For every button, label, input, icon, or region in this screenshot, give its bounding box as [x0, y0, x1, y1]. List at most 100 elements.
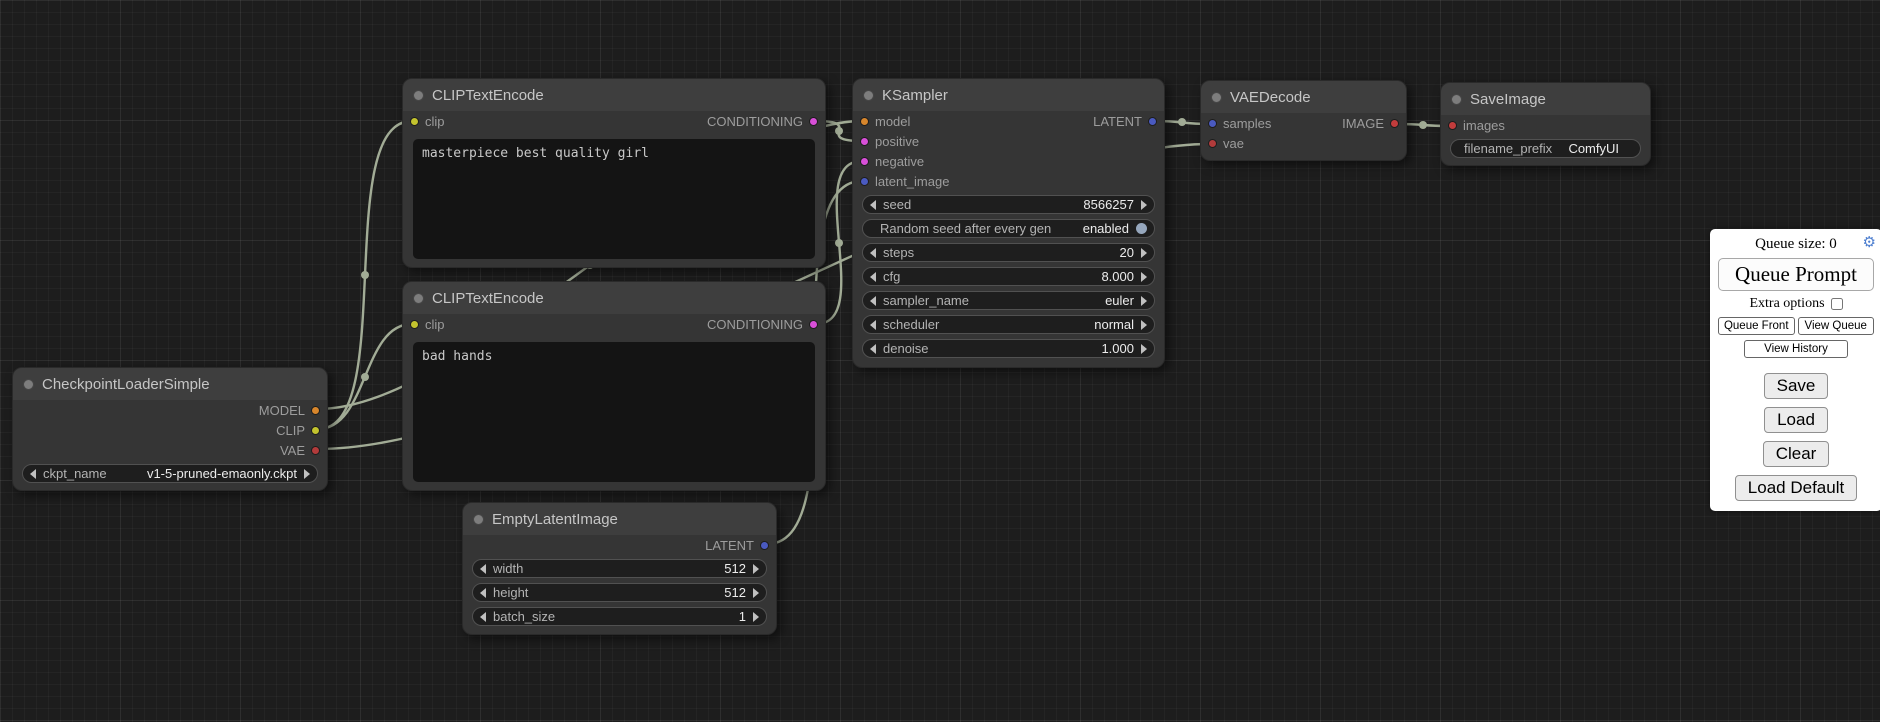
input-dot-clip[interactable] — [410, 117, 419, 126]
increment-arrow-icon[interactable] — [1141, 320, 1147, 330]
decrement-arrow-icon[interactable] — [870, 296, 876, 306]
output-dot-image[interactable] — [1390, 119, 1399, 128]
slot-label: CLIP — [276, 423, 305, 438]
input-dot-positive[interactable] — [860, 137, 869, 146]
node-title-bar[interactable]: KSampler — [853, 79, 1164, 111]
decrement-arrow-icon[interactable] — [30, 469, 36, 479]
output-dot-latent[interactable] — [760, 541, 769, 550]
decrement-arrow-icon[interactable] — [870, 200, 876, 210]
node-title-bar[interactable]: CheckpointLoaderSimple — [13, 368, 327, 400]
widget-batch-size[interactable]: batch_size 1 — [472, 607, 767, 626]
increment-arrow-icon[interactable] — [753, 564, 759, 574]
widget-value: 8566257 — [1083, 197, 1134, 212]
input-dot-negative[interactable] — [860, 157, 869, 166]
collapse-dot-icon[interactable] — [473, 514, 484, 525]
save-button[interactable]: Save — [1764, 373, 1829, 399]
input-dot-model[interactable] — [860, 117, 869, 126]
input-dot-clip[interactable] — [410, 320, 419, 329]
decrement-arrow-icon[interactable] — [870, 272, 876, 282]
widget-ckpt-name[interactable]: ckpt_name v1-5-pruned-emaonly.ckpt — [22, 464, 318, 483]
collapse-dot-icon[interactable] — [1451, 94, 1462, 105]
collapse-dot-icon[interactable] — [413, 293, 424, 304]
widget-cfg[interactable]: cfg 8.000 — [862, 267, 1155, 286]
slot-row: clip CONDITIONING — [403, 111, 825, 131]
widget-height[interactable]: height 512 — [472, 583, 767, 602]
queue-prompt-button[interactable]: Queue Prompt — [1718, 258, 1874, 291]
widget-seed[interactable]: seed 8566257 — [862, 195, 1155, 214]
widget-sampler-name[interactable]: sampler_name euler — [862, 291, 1155, 310]
node-checkpoint-loader-simple[interactable]: CheckpointLoaderSimple MODEL CLIP VAE ck… — [12, 367, 328, 491]
node-vae-decode[interactable]: VAEDecode samples IMAGE vae — [1200, 80, 1407, 161]
slot-label: negative — [875, 154, 924, 169]
link-midpoint-dot — [1419, 121, 1427, 129]
node-title-bar[interactable]: EmptyLatentImage — [463, 503, 776, 535]
input-slot-negative: negative — [853, 151, 1164, 171]
output-slot-latent: LATENT — [1093, 114, 1157, 129]
output-dot-vae[interactable] — [311, 446, 320, 455]
input-dot-images[interactable] — [1448, 121, 1457, 130]
increment-arrow-icon[interactable] — [1141, 248, 1147, 258]
load-default-button[interactable]: Load Default — [1735, 475, 1857, 501]
node-title-bar[interactable]: VAEDecode — [1201, 81, 1406, 113]
decrement-arrow-icon[interactable] — [480, 564, 486, 574]
node-title-bar[interactable]: SaveImage — [1441, 83, 1650, 115]
toggle-on-indicator[interactable] — [1136, 223, 1147, 234]
output-dot-latent[interactable] — [1148, 117, 1157, 126]
node-ksampler[interactable]: KSampler model LATENT positive negative … — [852, 78, 1165, 368]
positive-prompt-textarea[interactable]: masterpiece best quality girl — [413, 139, 815, 259]
node-title-bar[interactable]: CLIPTextEncode — [403, 282, 825, 314]
decrement-arrow-icon[interactable] — [480, 612, 486, 622]
widget-label: height — [493, 585, 528, 600]
input-slot-latent-image: latent_image — [853, 171, 1164, 191]
increment-arrow-icon[interactable] — [753, 588, 759, 598]
widget-width[interactable]: width 512 — [472, 559, 767, 578]
collapse-dot-icon[interactable] — [863, 90, 874, 101]
slot-label: LATENT — [1093, 114, 1142, 129]
view-queue-button[interactable]: View Queue — [1798, 317, 1875, 335]
node-clip-text-encode-positive[interactable]: CLIPTextEncode clip CONDITIONING masterp… — [402, 78, 826, 268]
widget-label: denoise — [883, 341, 929, 356]
graph-canvas[interactable]: { "colors": { "canvas_bg": "#1d1d1d", "n… — [0, 0, 1880, 722]
increment-arrow-icon[interactable] — [304, 469, 310, 479]
collapse-dot-icon[interactable] — [23, 379, 34, 390]
node-empty-latent-image[interactable]: EmptyLatentImage LATENT width 512 height… — [462, 502, 777, 635]
output-dot-model[interactable] — [311, 406, 320, 415]
increment-arrow-icon[interactable] — [753, 612, 759, 622]
widget-value: 512 — [724, 561, 746, 576]
output-dot-conditioning[interactable] — [809, 320, 818, 329]
widget-random-seed-toggle[interactable]: Random seed after every gen enabled — [862, 219, 1155, 238]
widget-steps[interactable]: steps 20 — [862, 243, 1155, 262]
increment-arrow-icon[interactable] — [1141, 344, 1147, 354]
widget-denoise[interactable]: denoise 1.000 — [862, 339, 1155, 358]
negative-prompt-textarea[interactable]: bad hands — [413, 342, 815, 482]
load-button[interactable]: Load — [1764, 407, 1828, 433]
view-history-button[interactable]: View History — [1744, 340, 1848, 358]
collapse-dot-icon[interactable] — [1211, 92, 1222, 103]
decrement-arrow-icon[interactable] — [480, 588, 486, 598]
node-save-image[interactable]: SaveImage images filename_prefix ComfyUI — [1440, 82, 1651, 166]
input-dot-latent-image[interactable] — [860, 177, 869, 186]
output-slot-image: IMAGE — [1342, 116, 1399, 131]
output-dot-clip[interactable] — [311, 426, 320, 435]
output-dot-conditioning[interactable] — [809, 117, 818, 126]
collapse-dot-icon[interactable] — [413, 90, 424, 101]
queue-front-button[interactable]: Queue Front — [1718, 317, 1795, 335]
extra-options-checkbox[interactable] — [1831, 298, 1843, 310]
decrement-arrow-icon[interactable] — [870, 248, 876, 258]
decrement-arrow-icon[interactable] — [870, 320, 876, 330]
widget-value: euler — [1105, 293, 1134, 308]
increment-arrow-icon[interactable] — [1141, 272, 1147, 282]
input-dot-vae[interactable] — [1208, 139, 1217, 148]
increment-arrow-icon[interactable] — [1141, 296, 1147, 306]
settings-gear-icon[interactable]: ⚙ — [1863, 235, 1876, 251]
widget-label: steps — [883, 245, 914, 260]
decrement-arrow-icon[interactable] — [870, 344, 876, 354]
widget-value: 8.000 — [1101, 269, 1134, 284]
clear-button[interactable]: Clear — [1763, 441, 1830, 467]
widget-filename-prefix[interactable]: filename_prefix ComfyUI — [1450, 139, 1641, 158]
widget-scheduler[interactable]: scheduler normal — [862, 315, 1155, 334]
node-title-bar[interactable]: CLIPTextEncode — [403, 79, 825, 111]
input-dot-samples[interactable] — [1208, 119, 1217, 128]
increment-arrow-icon[interactable] — [1141, 200, 1147, 210]
node-clip-text-encode-negative[interactable]: CLIPTextEncode clip CONDITIONING bad han… — [402, 281, 826, 491]
